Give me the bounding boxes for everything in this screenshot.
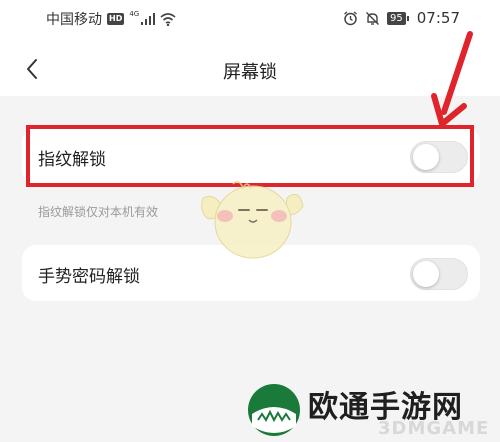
clock-time: 07:57 (416, 9, 460, 27)
toggle-knob (413, 261, 439, 287)
annotation-arrow-icon (431, 31, 473, 127)
fingerprint-hint: 指纹解锁仅对本机有效 (38, 205, 159, 219)
gesture-unlock-label: 手势密码解锁 (38, 267, 140, 287)
watermark-text-en: 3DMGAME (378, 418, 490, 439)
gesture-unlock-toggle[interactable] (410, 258, 468, 290)
carrier-name: 中国移动 (46, 12, 102, 28)
mute-icon (366, 11, 380, 25)
site-logo-icon (248, 384, 300, 436)
mascot-watermark-icon (201, 181, 304, 259)
site-watermark: 欧通手游网 3DMGAME (240, 378, 500, 442)
signal-icon (141, 13, 156, 25)
status-left: 中国移动 HD 4G (46, 9, 176, 29)
nav-bar: 屏幕锁 (0, 44, 500, 94)
hd-badge: HD (107, 13, 125, 25)
alarm-icon (344, 10, 357, 25)
page-title: 屏幕锁 (223, 62, 277, 83)
battery-indicator: 95 (387, 11, 409, 25)
status-bar: 中国移动 HD 4G 95 07:57 (0, 0, 500, 34)
wifi-icon (160, 12, 176, 26)
network-type: 4G (129, 10, 140, 18)
status-right: 95 07:57 (343, 9, 460, 27)
